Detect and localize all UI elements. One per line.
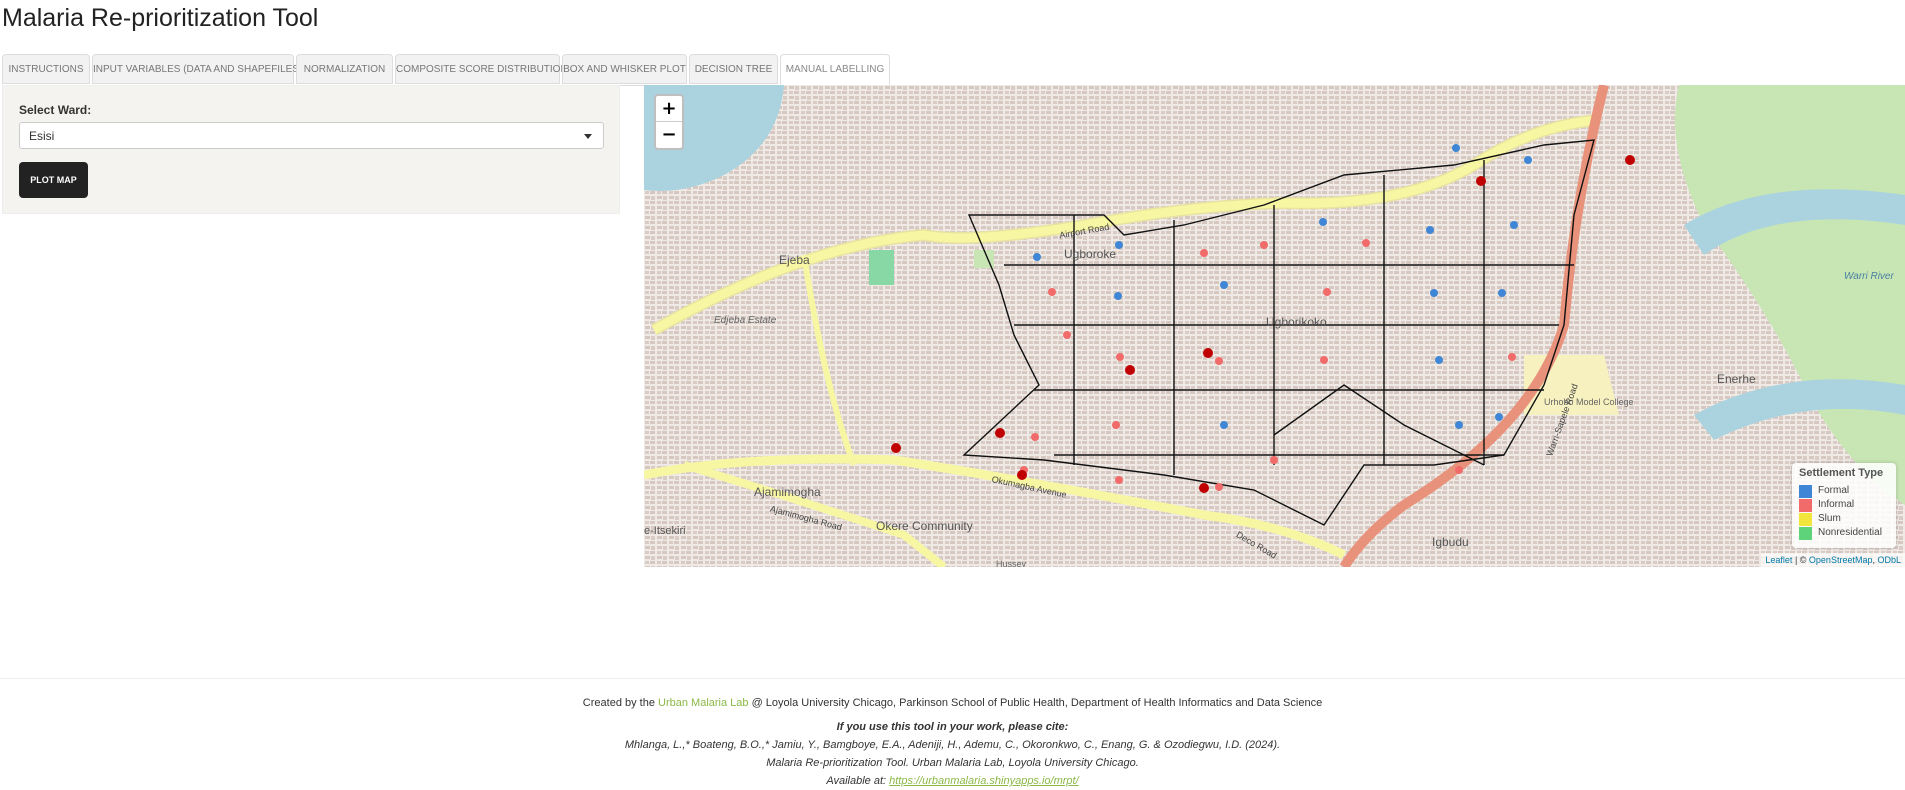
map-attribution: Leaflet | © OpenStreetMap, ODbL bbox=[1761, 553, 1905, 567]
sidebar-panel: Select Ward: Esisi PLOT MAP bbox=[2, 85, 620, 214]
place-label-edjeba-estate: Edjeba Estate bbox=[714, 315, 777, 326]
legend-label: Nonresidential bbox=[1818, 527, 1882, 538]
page-title: Malaria Re-prioritization Tool bbox=[2, 4, 319, 32]
citation-title: Malaria Re-prioritization Tool. Urban Ma… bbox=[766, 757, 1139, 769]
ward-select-label: Select Ward: bbox=[19, 103, 92, 117]
citation-heading: If you use this tool in your work, pleas… bbox=[836, 721, 1069, 733]
legend-swatch bbox=[1799, 513, 1812, 526]
legend-swatch bbox=[1799, 485, 1812, 498]
legend-label: Slum bbox=[1818, 513, 1841, 524]
place-label-e-itsekiri: e-Itsekiri bbox=[644, 525, 686, 537]
legend-title: Settlement Type bbox=[1799, 467, 1884, 479]
ward-select-value: Esisi bbox=[29, 129, 55, 143]
footer-credit: Created by the Urban Malaria Lab @ Loyol… bbox=[0, 694, 1905, 712]
place-label-ejeba: Ejeba bbox=[779, 253, 810, 267]
place-label-urhobo-college: Urhobo Model College bbox=[1544, 397, 1634, 407]
legend-swatch bbox=[1799, 527, 1812, 540]
footer-credit-prefix: Created by the bbox=[582, 697, 659, 709]
tab-instructions[interactable]: Instructions bbox=[2, 54, 90, 84]
ward-select[interactable]: Esisi bbox=[19, 122, 604, 149]
map-legend: Settlement Type Formal Informal Slum Non… bbox=[1792, 463, 1896, 548]
plot-map-button[interactable]: PLOT MAP bbox=[19, 162, 88, 198]
tab-composite-score[interactable]: Composite Score Distribution bbox=[395, 54, 568, 84]
place-label-ugboroke: Ugboroke bbox=[1064, 247, 1117, 261]
place-label-hussey: Hussey bbox=[996, 559, 1027, 567]
tab-box-whisker[interactable]: Box and Whisker Plot bbox=[562, 54, 687, 84]
odbl-link[interactable]: ODbL bbox=[1877, 555, 1901, 565]
legend-swatch bbox=[1799, 499, 1812, 512]
tab-manual-labelling[interactable]: Manual Labelling bbox=[780, 54, 890, 85]
citation-url-link[interactable]: https://urbanmalaria.shinyapps.io/mrpt/ bbox=[889, 775, 1079, 787]
citation-available-prefix: Available at: bbox=[826, 775, 890, 787]
tab-normalization[interactable]: Normalization bbox=[296, 54, 393, 84]
place-label-igbudu: Igbudu bbox=[1432, 535, 1469, 549]
legend-label: Informal bbox=[1818, 499, 1855, 510]
place-label-okere-community: Okere Community bbox=[876, 519, 973, 533]
place-label-ajamimogha: Ajamimogha bbox=[754, 485, 821, 499]
tab-bar: Instructions Input Variables (Data and S… bbox=[2, 54, 1902, 86]
zoom-out-button[interactable]: − bbox=[656, 122, 682, 148]
attribution-separator: | © bbox=[1792, 555, 1809, 565]
place-label-warri-river: Warri River bbox=[1844, 271, 1894, 282]
legend-label: Formal bbox=[1818, 485, 1850, 496]
place-label-ugborikoko: Ugborikoko bbox=[1266, 315, 1327, 329]
footer-credit-suffix: @ Loyola University Chicago, Parkinson S… bbox=[748, 697, 1323, 709]
map-view[interactable]: Ugboroke Ugborikoko Ejeba Edjeba Estate … bbox=[644, 85, 1905, 567]
tab-decision-tree[interactable]: Decision Tree bbox=[689, 54, 778, 84]
citation-authors: Mhlanga, L.,* Boateng, B.O.,* Jamiu, Y.,… bbox=[624, 739, 1281, 751]
urban-malaria-lab-link[interactable]: Urban Malaria Lab bbox=[658, 697, 749, 709]
field-green bbox=[869, 250, 894, 285]
tab-input-variables[interactable]: Input Variables (Data and Shapefiles) bbox=[92, 54, 302, 84]
leaflet-link[interactable]: Leaflet bbox=[1765, 555, 1792, 565]
osm-link[interactable]: OpenStreetMap bbox=[1809, 555, 1873, 565]
citation-availability: Available at: https://urbanmalaria.shiny… bbox=[0, 772, 1905, 790]
footer: Created by the Urban Malaria Lab @ Loyol… bbox=[0, 694, 1905, 790]
footer-divider bbox=[0, 678, 1905, 679]
place-label-enerhe: Enerhe bbox=[1717, 372, 1756, 386]
chevron-down-icon bbox=[584, 134, 592, 139]
zoom-control: + − bbox=[654, 94, 684, 150]
zoom-in-button[interactable]: + bbox=[656, 96, 682, 122]
